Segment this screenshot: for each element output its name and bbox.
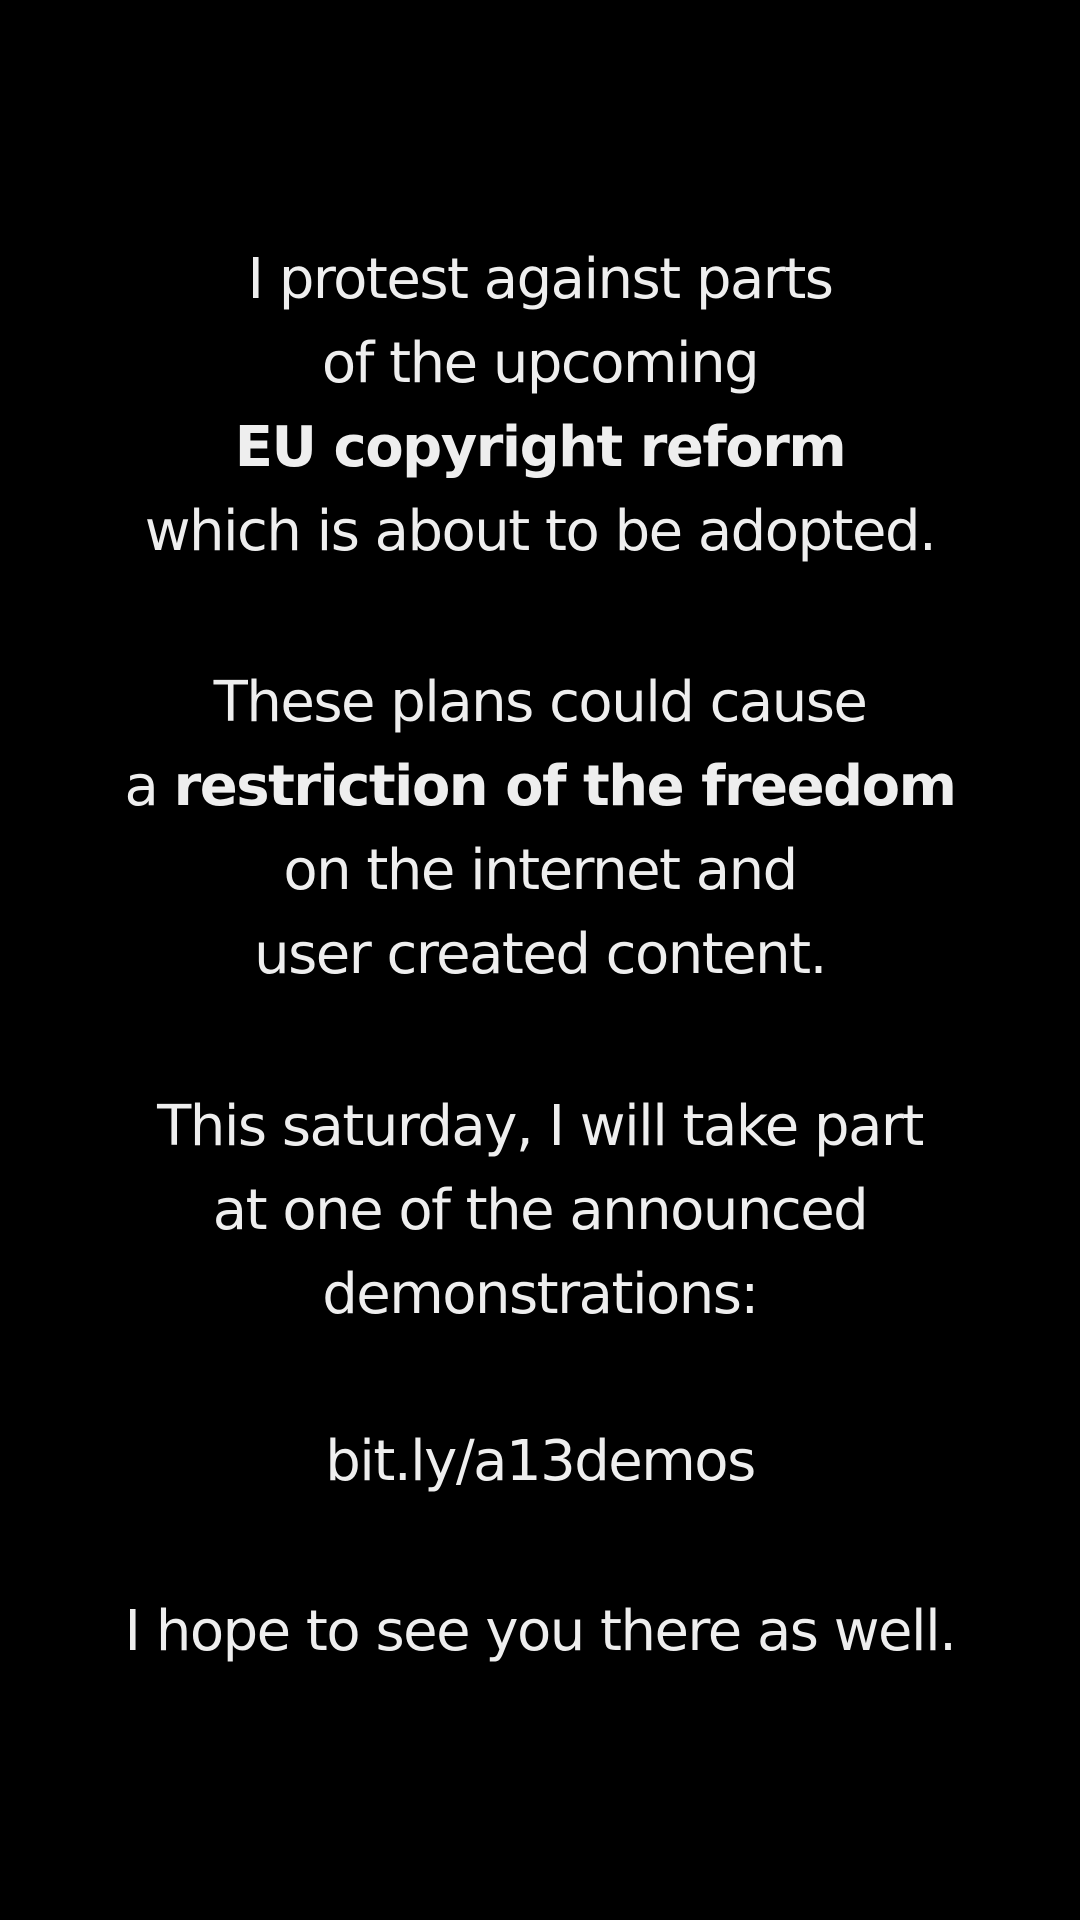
consequence-line-3: on the internet and	[283, 838, 798, 903]
eu-copyright-reform-text: EU copyright reform	[234, 415, 847, 480]
consequence-line-1: These plans could cause	[213, 670, 868, 735]
consequence-paragraph: These plans could cause a restriction of…	[0, 661, 1080, 997]
closing-paragraph: I hope to see you there as well.	[0, 1590, 1080, 1674]
demonstration-line-2: at one of the announced	[212, 1178, 869, 1243]
restriction-of-freedom-text: restriction of the freedom	[173, 754, 957, 819]
protest-line-4: which is about to be adopted.	[144, 499, 937, 564]
demonstration-line-1: This saturday, I will take part	[157, 1094, 924, 1159]
consequence-line-4: user created content.	[254, 922, 827, 987]
protest-message-screen: I protest against parts of the upcoming …	[0, 0, 1080, 1920]
demonstration-line-3: demonstrations:	[322, 1262, 759, 1327]
demos-link-paragraph: bit.ly/a13demos	[0, 1420, 1080, 1504]
closing-text: I hope to see you there as well.	[124, 1599, 957, 1664]
protest-line-2: of the upcoming	[321, 331, 760, 396]
consequence-line-2-prefix: a	[124, 754, 174, 819]
protest-paragraph: I protest against parts of the upcoming …	[0, 238, 1080, 574]
consequence-line-2: a restriction of the freedom	[0, 745, 1080, 829]
protest-line-1: I protest against parts	[247, 247, 834, 312]
demonstration-paragraph: This saturday, I will take part at one o…	[0, 1085, 1080, 1337]
demos-link-text: bit.ly/a13demos	[325, 1429, 756, 1494]
